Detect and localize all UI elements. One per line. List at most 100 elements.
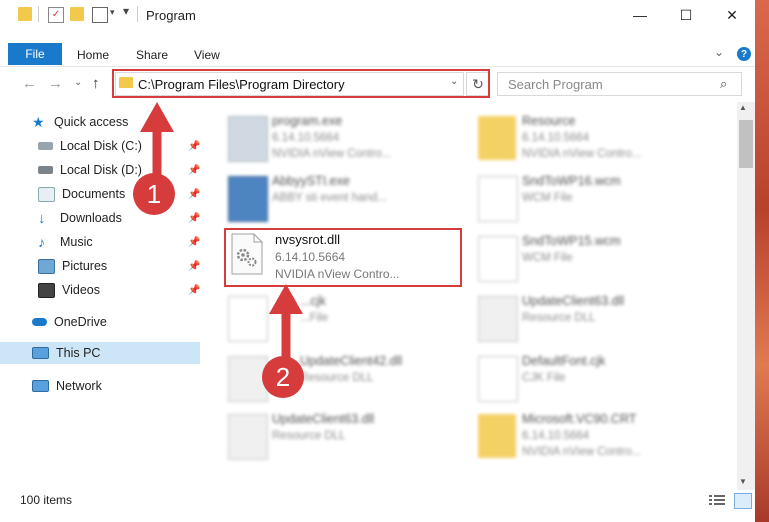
desktop-background	[755, 0, 769, 522]
file-detail: Resource DLL	[272, 430, 346, 442]
address-highlight-box	[112, 69, 490, 98]
exe-file-icon	[228, 176, 268, 222]
document-file-icon	[478, 176, 518, 222]
file-tile[interactable]: Resource 6.14.10.5664 NVIDIA nView Contr…	[472, 110, 712, 170]
file-tile[interactable]: DefaultFont.cjk CJK File	[472, 350, 712, 410]
new-folder-icon[interactable]	[70, 7, 84, 21]
tiles-view-icon[interactable]	[734, 493, 752, 509]
file-detail: Resource DLL	[300, 372, 374, 384]
sidebar-item-downloads[interactable]: ↓ Downloads 📌	[0, 207, 200, 229]
tab-file[interactable]: File	[8, 43, 62, 65]
up-button[interactable]: ↑	[92, 75, 100, 92]
pin-icon: 📌	[188, 284, 201, 296]
file-detail: WCM File	[522, 192, 573, 204]
file-highlight-box	[224, 228, 462, 287]
sidebar-item-onedrive[interactable]: OneDrive	[0, 311, 200, 333]
dll-file-icon	[228, 414, 268, 460]
file-detail: CJK File	[522, 372, 566, 384]
maximize-button[interactable]: ☐	[663, 0, 709, 30]
close-button[interactable]: ✕	[709, 0, 755, 30]
sidebar-item-label: OneDrive	[54, 315, 107, 329]
exe-file-icon	[228, 116, 268, 162]
window-title: Program	[146, 8, 196, 23]
expand-ribbon-icon[interactable]: ⌄	[714, 45, 724, 59]
drive-icon	[38, 166, 53, 174]
pin-icon: 📌	[188, 212, 201, 224]
divider	[38, 6, 39, 22]
sidebar-item-label: Network	[56, 379, 102, 393]
file-tile[interactable]: program.exe 6.14.10.5664 NVIDIA nView Co…	[222, 110, 462, 170]
star-icon: ★	[32, 113, 45, 130]
forward-button[interactable]: →	[48, 75, 63, 92]
sidebar-item-label: Downloads	[60, 211, 122, 225]
dll-file-icon	[478, 296, 518, 342]
help-icon[interactable]: ?	[737, 47, 751, 61]
status-item-count: 100 items	[20, 493, 73, 507]
tab-home[interactable]: Home	[77, 48, 109, 62]
file-tile[interactable]: UpdateClient42.dll Resource DLL	[222, 350, 462, 410]
pin-icon: 📌	[188, 236, 201, 248]
sidebar-item-label: Quick access	[54, 115, 129, 129]
details-view-icon[interactable]	[709, 494, 725, 506]
recent-locations-icon[interactable]: ⌄	[74, 77, 82, 88]
sidebar-item-network[interactable]: Network	[0, 375, 200, 397]
downloads-icon: ↓	[38, 209, 46, 227]
search-icon[interactable]: ⌕	[720, 76, 727, 92]
callout-step-2: 2	[262, 356, 304, 398]
sidebar-item-label: Videos	[62, 283, 100, 297]
sidebar-item-music[interactable]: ♪ Music 📌	[0, 231, 200, 253]
sidebar-item-this-pc[interactable]: This PC	[0, 342, 200, 364]
sidebar-item-label: Pictures	[62, 259, 108, 273]
pictures-icon	[38, 258, 55, 274]
back-button[interactable]: ←	[22, 75, 37, 92]
videos-icon	[38, 282, 55, 298]
folder-icon	[478, 116, 516, 160]
file-name: SndToWP15.wcm	[522, 234, 621, 248]
minimize-button[interactable]: —	[617, 0, 663, 30]
scroll-up-icon[interactable]: ▲	[739, 103, 747, 112]
sidebar-item-videos[interactable]: Videos 📌	[0, 279, 200, 301]
file-detail: ABBY sti event hand...	[272, 192, 387, 204]
file-detail: NVIDIA nView Contro...	[522, 148, 642, 160]
sidebar-item-label: Documents	[62, 187, 126, 201]
cloud-icon	[32, 318, 47, 326]
file-detail: NVIDIA nView Contro...	[522, 446, 642, 458]
file-name: UpdateClient63.dll	[522, 294, 625, 308]
drive-icon	[38, 142, 53, 150]
music-icon: ♪	[38, 233, 45, 250]
file-detail: NVIDIA nView Contro...	[272, 148, 392, 160]
file-detail: 6.14.10.5664	[522, 430, 590, 442]
sidebar-item-label: Music	[60, 235, 93, 249]
scroll-down-icon[interactable]: ▼	[739, 477, 747, 486]
scrollbar-thumb[interactable]	[739, 120, 753, 168]
computer-icon	[32, 347, 49, 359]
file-tile[interactable]: AbbyySTI.exe ABBY sti event hand...	[222, 170, 462, 230]
document-file-icon	[478, 236, 518, 282]
file-name: program.exe	[272, 114, 343, 128]
file-tile[interactable]: SndToWP16.wcm WCM File	[472, 170, 712, 230]
document-file-icon	[478, 356, 518, 402]
file-name: Resource	[522, 114, 576, 128]
folder-icon	[478, 414, 516, 458]
file-name: AbbyySTI.exe	[272, 174, 350, 188]
file-tile[interactable]: SndToWP15.wcm WCM File	[472, 230, 712, 290]
file-tile[interactable]: Microsoft.VC90.CRT 6.14.10.5664 NVIDIA n…	[472, 408, 712, 468]
properties-icon[interactable]: ✓	[48, 7, 64, 23]
file-tile[interactable]: UpdateClient63.dll Resource DLL	[222, 408, 462, 468]
folder-icon	[18, 7, 32, 21]
tab-view[interactable]: View	[194, 48, 220, 62]
file-tile[interactable]: ...cjk ...File	[222, 290, 462, 350]
file-detail: 6.14.10.5664	[522, 132, 590, 144]
sidebar-item-pictures[interactable]: Pictures 📌	[0, 255, 200, 277]
tab-share[interactable]: Share	[136, 48, 168, 62]
file-detail: Resource DLL	[522, 312, 596, 324]
callout-step-1: 1	[133, 173, 175, 215]
file-tile[interactable]: UpdateClient63.dll Resource DLL	[472, 290, 712, 350]
chevron-down-icon[interactable]: ▾	[110, 7, 115, 18]
customize-icon[interactable]	[92, 7, 108, 23]
file-detail: WCM File	[522, 252, 573, 264]
file-name: Microsoft.VC90.CRT	[522, 412, 637, 426]
file-name: SndToWP16.wcm	[522, 174, 621, 188]
quick-access-dropdown-icon[interactable]: ▾	[123, 4, 129, 18]
file-name: DefaultFont.cjk	[522, 354, 606, 368]
